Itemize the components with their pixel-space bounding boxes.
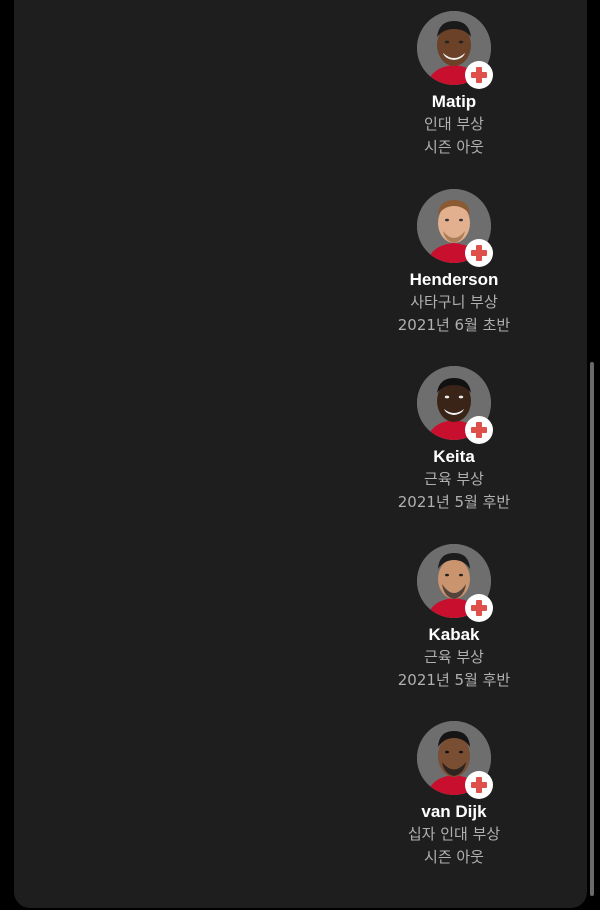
injury-type: 사타구니 부상 xyxy=(410,293,498,311)
avatar-container xyxy=(417,366,493,444)
medical-cross-icon xyxy=(471,422,487,438)
return-date: 2021년 6월 초반 xyxy=(397,316,511,334)
scrollbar[interactable] xyxy=(590,362,594,896)
player-item-henderson[interactable]: Henderson 사타구니 부상 2021년 6월 초반 xyxy=(370,189,538,337)
injury-badge xyxy=(465,61,493,89)
return-date: 2021년 5월 후반 xyxy=(397,493,511,511)
avatar-container xyxy=(417,721,493,799)
injury-badge xyxy=(465,416,493,444)
player-name: Keita xyxy=(433,447,475,466)
player-item-van-dijk[interactable]: van Dijk 십자 인대 부상 시즌 아웃 xyxy=(370,721,538,869)
return-date: 2021년 5월 후반 xyxy=(397,671,511,689)
injury-type: 인대 부상 xyxy=(424,115,484,133)
injury-type: 십자 인대 부상 xyxy=(407,825,501,843)
player-item-matip[interactable]: Matip 인대 부상 시즌 아웃 xyxy=(370,11,538,159)
return-date: 시즌 아웃 xyxy=(424,848,484,866)
injury-badge xyxy=(465,771,493,799)
injury-type: 근육 부상 xyxy=(424,470,484,488)
avatar-container xyxy=(417,189,493,267)
return-date: 시즌 아웃 xyxy=(424,138,484,156)
player-name: Kabak xyxy=(428,625,480,644)
medical-cross-icon xyxy=(471,67,487,83)
medical-cross-icon xyxy=(471,245,487,261)
player-name: van Dijk xyxy=(421,802,487,821)
injury-type: 근육 부상 xyxy=(424,648,484,666)
medical-cross-icon xyxy=(471,600,487,616)
medical-cross-icon xyxy=(471,777,487,793)
player-name: Henderson xyxy=(409,270,499,289)
injury-badge xyxy=(465,239,493,267)
avatar-container xyxy=(417,544,493,622)
player-item-kabak[interactable]: Kabak 근육 부상 2021년 5월 후반 xyxy=(370,544,538,692)
injury-badge xyxy=(465,594,493,622)
avatar-container xyxy=(417,11,493,89)
player-name: Matip xyxy=(431,92,477,111)
player-item-keita[interactable]: Keita 근육 부상 2021년 5월 후반 xyxy=(370,366,538,514)
